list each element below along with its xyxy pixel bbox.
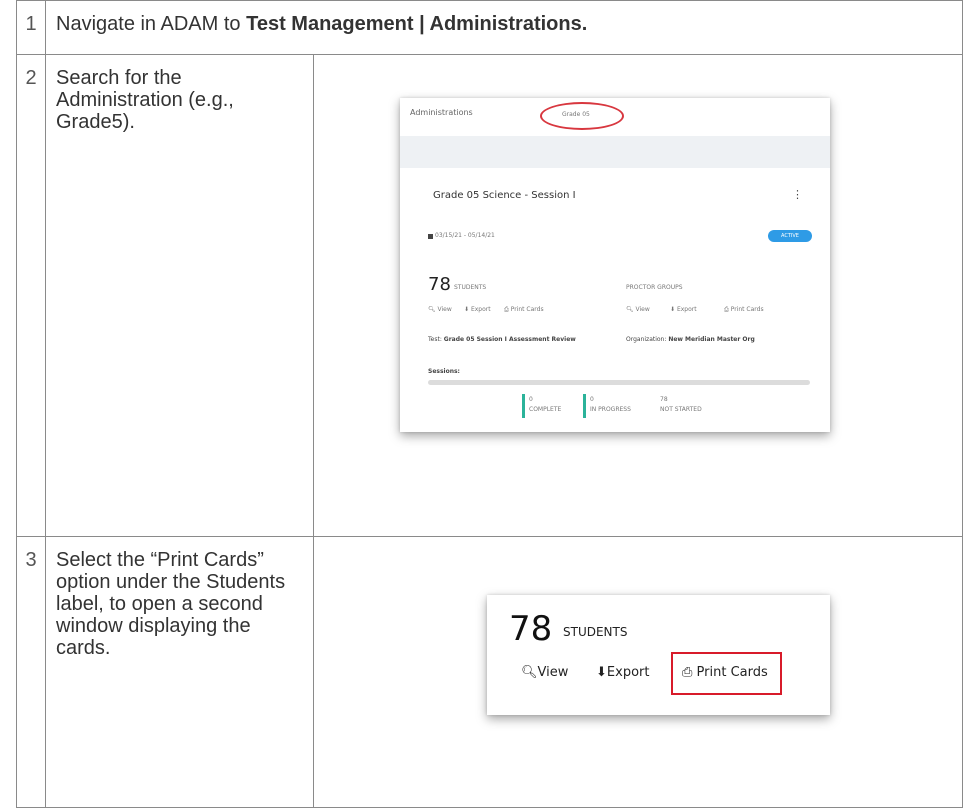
search-input[interactable]: Grade 05	[562, 111, 590, 118]
stat-in-progress: 0 IN PROGRESS	[583, 394, 648, 418]
students-export-link[interactable]: ⬇ Export	[464, 306, 491, 313]
stat-not-started: 78 NOT STARTED	[660, 396, 702, 413]
students-count: 78	[509, 609, 553, 649]
sessions-progress-bar	[428, 380, 810, 385]
students-count: 78	[428, 274, 451, 295]
step-number: 1	[16, 0, 46, 55]
proctor-print-cards-link[interactable]: ⎙ Print Cards	[724, 306, 764, 314]
step-number: 2	[16, 54, 46, 537]
stat-complete: 0 COMPLETE	[522, 394, 583, 418]
step-row-1: 1 Navigate in ADAM to Test Management | …	[16, 0, 963, 55]
students-label: STUDENTS	[563, 625, 628, 639]
proctor-export-link[interactable]: ⬇ Export	[670, 306, 697, 313]
export-button[interactable]: ⬇︎Export	[596, 665, 649, 680]
administrations-header: Administrations	[410, 108, 473, 117]
card-menu-icon[interactable]: ⋮	[792, 188, 803, 201]
test-info: Test: Grade 05 Session I Assessment Revi…	[428, 336, 576, 343]
students-print-cards-link[interactable]: ⎙ Print Cards	[504, 306, 544, 314]
step-text: Search for the Administration (e.g., Gra…	[45, 54, 314, 537]
step-text: Navigate in ADAM to Test Management | Ad…	[45, 0, 963, 55]
print-cards-button[interactable]: ⎙︎ Print Cards	[682, 665, 768, 680]
step-text-bold: Test Management | Administrations.	[246, 13, 588, 35]
calendar-icon	[428, 234, 433, 239]
students-view-link[interactable]: 🔍︎ View	[428, 306, 452, 313]
header-band	[400, 136, 830, 168]
proctor-groups-label: PROCTOR GROUPS	[626, 284, 683, 291]
administration-card-title[interactable]: Grade 05 Science - Session I	[433, 190, 576, 201]
step-text: Select the “Print Cards” option under th…	[45, 536, 314, 808]
date-range: 03/15/21 - 05/14/21	[435, 232, 495, 239]
sessions-label: Sessions:	[428, 368, 460, 375]
organization-info: Organization: New Meridian Master Org	[626, 336, 755, 343]
status-badge: ACTIVE	[768, 230, 812, 242]
view-button[interactable]: 🔍︎View	[521, 665, 568, 680]
administrations-screenshot: Administrations Grade 05 Grade 05 Scienc…	[400, 98, 830, 432]
proctor-view-link[interactable]: 🔍︎ View	[626, 306, 650, 313]
step-text-plain: Navigate in ADAM to	[56, 13, 247, 35]
step-number: 3	[16, 536, 46, 808]
print-cards-screenshot: 78 STUDENTS 🔍︎View ⬇︎Export ⎙︎ Print Car…	[487, 595, 830, 715]
students-label: STUDENTS	[454, 284, 487, 291]
